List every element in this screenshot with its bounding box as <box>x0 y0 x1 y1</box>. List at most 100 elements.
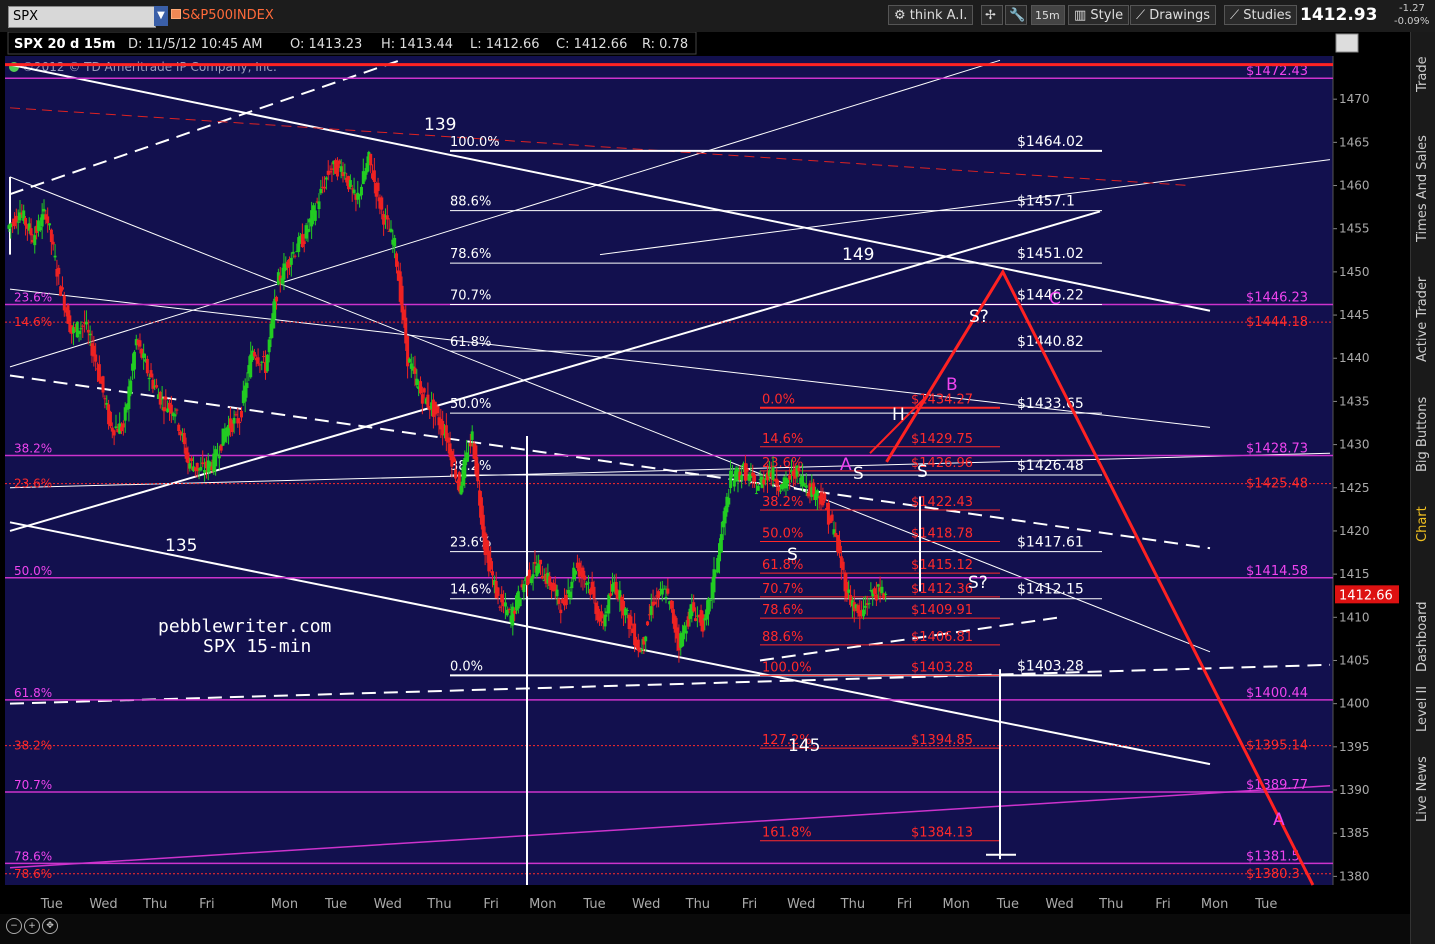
candle-body <box>97 364 101 382</box>
candle-body <box>712 569 716 593</box>
candle-body <box>797 467 801 472</box>
x-tick-label: Fri <box>483 897 499 912</box>
fib-level-pct: 50.0% <box>450 397 491 412</box>
candle-body <box>195 462 199 472</box>
x-tick-label: Tue <box>582 897 605 912</box>
candle-body <box>339 166 343 172</box>
candle-body <box>256 357 260 364</box>
fib-level-pct: 100.0% <box>450 135 500 150</box>
candle-body <box>319 188 323 194</box>
think-ai-button[interactable]: ⚙ think A.I. <box>888 5 974 25</box>
wrench-icon[interactable]: 🔧 <box>1005 5 1027 25</box>
y-tick-label: 1405 <box>1339 653 1370 667</box>
y-tick-label: 1410 <box>1339 610 1370 624</box>
candle-body <box>293 255 297 257</box>
studies-button[interactable]: ⟋ Studies <box>1224 5 1298 25</box>
candle-body <box>867 603 871 605</box>
candle-body <box>350 188 354 190</box>
candle-body <box>101 376 105 393</box>
candle-body <box>382 214 386 225</box>
x-tick-label: Tue <box>1254 897 1277 912</box>
sidebar-tab-label: Chart <box>1415 506 1430 542</box>
interval-button[interactable]: 15m <box>1031 5 1065 25</box>
candle-body <box>160 398 164 400</box>
candle-body <box>459 485 463 495</box>
zoom-in-icon[interactable]: + <box>24 918 40 934</box>
candle-body <box>880 586 884 594</box>
magenta-level-pct: 70.7% <box>14 778 52 792</box>
chevron-down-icon[interactable]: ▼ <box>154 6 168 26</box>
magenta-level-pct: 61.8% <box>14 686 52 700</box>
candle-body <box>158 391 162 405</box>
candle-body <box>435 406 439 414</box>
red-level-pct: 23.6% <box>14 477 52 491</box>
symbol-description: S&P500INDEX <box>182 8 274 23</box>
candle-body <box>804 485 808 488</box>
candle-body <box>201 462 205 465</box>
candle-body <box>614 581 618 595</box>
fib-level-price: $1412.15 <box>1017 582 1084 598</box>
chart-header-value: O: 1413.23 <box>290 37 362 52</box>
wave-label: S <box>917 462 928 482</box>
candle-body <box>265 354 269 372</box>
candle-body <box>701 614 705 632</box>
red-level-price: $1425.48 <box>1246 477 1308 492</box>
candle-body <box>730 475 734 477</box>
chart-settings-icon <box>1335 33 1359 53</box>
candle-body <box>24 218 28 226</box>
candle-body <box>454 469 458 479</box>
red-fib-pct: 38.2% <box>762 495 803 510</box>
y-tick-label: 1395 <box>1339 740 1370 754</box>
candle-body <box>771 467 775 480</box>
candle-body <box>503 602 507 607</box>
candle-body <box>743 463 747 481</box>
candle-body <box>505 609 509 616</box>
candle-body <box>470 431 474 440</box>
drawings-button[interactable]: ⟋ Drawings <box>1130 5 1217 25</box>
y-tick-label: 1430 <box>1339 438 1370 452</box>
candle-body <box>81 325 85 327</box>
studies-label: Studies <box>1243 8 1292 23</box>
candle-body <box>564 595 568 605</box>
fib-level-price: $1426.48 <box>1017 458 1084 474</box>
candle-body <box>491 571 494 576</box>
price-chart[interactable]: SPX 20 d 15m D: 11/5/12 10:45 AM O: 1413.2… <box>0 32 1410 914</box>
pan-icon[interactable]: ✥ <box>42 918 58 934</box>
candle-body <box>441 420 445 436</box>
candle-body <box>670 600 674 609</box>
candle-body <box>214 449 218 467</box>
chart-header-value: C: 1412.66 <box>556 37 627 52</box>
wave-label: S <box>787 545 798 565</box>
candle-body <box>861 609 865 617</box>
candle-body <box>574 570 578 575</box>
sidebar-tab-label: Active Trader <box>1415 276 1430 362</box>
red-fib-pct: 50.0% <box>762 526 803 541</box>
red-level-price: $1395.14 <box>1246 739 1308 754</box>
candle-body <box>629 616 633 626</box>
candle-body <box>786 479 790 484</box>
x-tick-label: Thu <box>426 897 451 912</box>
candle-body <box>719 534 723 553</box>
symbol-input[interactable]: SPX <box>8 6 156 28</box>
magenta-level-pct: 38.2% <box>14 442 52 456</box>
wave-label-magenta: C <box>1049 289 1061 309</box>
zoom-out-icon[interactable]: − <box>6 918 22 934</box>
candle-body <box>740 475 744 481</box>
wave-label: 139 <box>424 115 456 135</box>
candle-body <box>49 229 53 243</box>
candle-body <box>422 388 426 393</box>
candle-body <box>884 593 888 595</box>
candle-body <box>343 172 347 174</box>
x-tick-label: Fri <box>897 897 913 912</box>
style-button[interactable]: ▥ Style <box>1068 5 1130 25</box>
candle-body <box>306 228 310 233</box>
candle-body <box>420 394 424 404</box>
candle-body <box>633 623 637 646</box>
candle-body <box>313 210 317 221</box>
candle-body <box>88 333 92 336</box>
crosshair-icon[interactable]: ✢ <box>981 5 1003 25</box>
candle-body <box>359 186 363 196</box>
bottom-bar <box>0 914 1410 944</box>
fib-level-pct: 70.7% <box>450 289 491 304</box>
red-fib-pct: 70.7% <box>762 582 803 597</box>
